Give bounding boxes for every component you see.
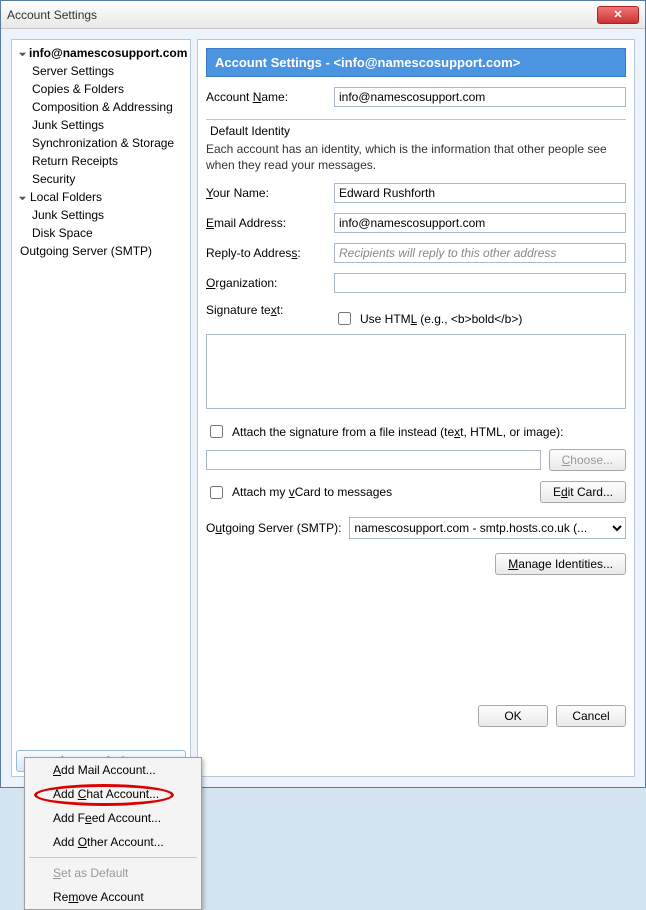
tree-item-composition[interactable]: Composition & Addressing	[14, 98, 188, 116]
use-html-checkbox[interactable]	[338, 312, 351, 325]
manage-identities-button[interactable]: Manage Identities...	[495, 553, 626, 575]
signature-label: Signature text:	[206, 303, 326, 317]
identity-help: Each account has an identity, which is t…	[206, 142, 626, 173]
menu-add-mail[interactable]: Add Mail Account...	[25, 758, 201, 782]
menu-add-other[interactable]: Add Other Account...	[25, 830, 201, 854]
org-input[interactable]	[334, 273, 626, 293]
expand-icon	[18, 48, 27, 58]
attach-sig-label: Attach the signature from a file instead…	[232, 425, 563, 439]
your-name-input[interactable]	[334, 183, 626, 203]
account-name-row: Account Name:	[206, 87, 626, 107]
menu-separator	[29, 857, 197, 858]
account-tree: info@namescosupport.com Server Settings …	[12, 40, 190, 746]
account-actions-menu: Add Mail Account... Add Chat Account... …	[24, 757, 202, 910]
default-identity-group: Default Identity Each account has an ide…	[206, 119, 626, 575]
sig-file-input[interactable]	[206, 450, 541, 470]
ok-button[interactable]: OK	[478, 705, 548, 727]
account-settings-window: Account Settings ✕ info@namescosupport.c…	[0, 0, 646, 788]
email-input[interactable]	[334, 213, 626, 233]
tree-item-outgoing-smtp[interactable]: Outgoing Server (SMTP)	[14, 242, 188, 260]
window-title: Account Settings	[7, 8, 97, 22]
replyto-input[interactable]	[334, 243, 626, 263]
tree-account-label: Local Folders	[30, 190, 102, 204]
cancel-button[interactable]: Cancel	[556, 705, 626, 727]
settings-panel: Account Settings - <info@namescosupport.…	[197, 39, 635, 777]
tree-account-local-folders[interactable]: Local Folders	[14, 188, 188, 206]
attach-vcard-checkbox[interactable]	[210, 486, 223, 499]
identity-title: Default Identity	[206, 124, 294, 138]
org-label: Organization:	[206, 276, 326, 290]
menu-remove-account[interactable]: Remove Account	[25, 885, 201, 909]
tree-item-server-settings[interactable]: Server Settings	[14, 62, 188, 80]
tree-item-copies-folders[interactable]: Copies & Folders	[14, 80, 188, 98]
attach-sig-checkbox[interactable]	[210, 425, 223, 438]
dialog-buttons: OK Cancel	[206, 705, 626, 727]
close-button[interactable]: ✕	[597, 6, 639, 24]
tree-item-sync-storage[interactable]: Synchronization & Storage	[14, 134, 188, 152]
replyto-label: Reply-to Address:	[206, 246, 326, 260]
smtp-select[interactable]: namescosupport.com - smtp.hosts.co.uk (.…	[349, 517, 626, 539]
tree-account-label: info@namescosupport.com	[29, 46, 187, 60]
content-area: info@namescosupport.com Server Settings …	[1, 29, 645, 787]
panel-header: Account Settings - <info@namescosupport.…	[206, 48, 626, 77]
tree-item-security[interactable]: Security	[14, 170, 188, 188]
menu-add-feed[interactable]: Add Feed Account...	[25, 806, 201, 830]
tree-item-lf-disk[interactable]: Disk Space	[14, 224, 188, 242]
signature-textarea[interactable]	[206, 334, 626, 409]
account-tree-sidebar: info@namescosupport.com Server Settings …	[11, 39, 191, 777]
use-html-label: Use HTML (e.g., <b>bold</b>)	[360, 312, 522, 326]
close-icon: ✕	[613, 8, 622, 21]
choose-file-button: Choose...	[549, 449, 626, 471]
smtp-label: Outgoing Server (SMTP):	[206, 521, 341, 535]
attach-vcard-label: Attach my vCard to messages	[232, 485, 392, 499]
tree-item-junk[interactable]: Junk Settings	[14, 116, 188, 134]
edit-card-button[interactable]: Edit Card...	[540, 481, 626, 503]
titlebar: Account Settings ✕	[1, 1, 645, 29]
tree-item-return-receipts[interactable]: Return Receipts	[14, 152, 188, 170]
tree-item-lf-junk[interactable]: Junk Settings	[14, 206, 188, 224]
menu-add-chat[interactable]: Add Chat Account...	[25, 782, 201, 806]
expand-icon	[18, 192, 28, 202]
tree-account-0[interactable]: info@namescosupport.com	[14, 44, 188, 62]
email-label: Email Address:	[206, 216, 326, 230]
your-name-label: Your Name:	[206, 186, 326, 200]
account-name-input[interactable]	[334, 87, 626, 107]
menu-set-default: Set as Default	[25, 861, 201, 885]
account-name-label: Account Name:	[206, 90, 326, 104]
